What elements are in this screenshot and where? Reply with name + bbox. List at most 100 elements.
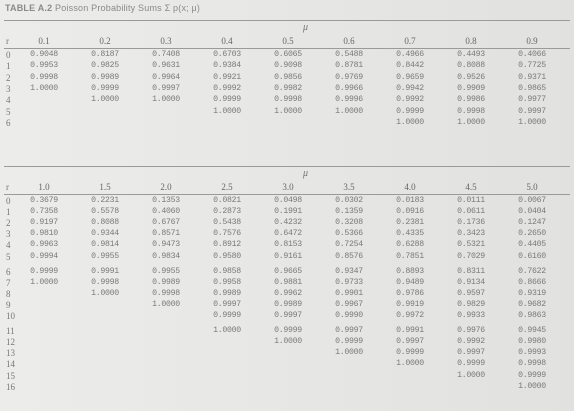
table-cell: 0.9921 bbox=[213, 72, 241, 82]
table-cell: 0.9999 bbox=[213, 311, 241, 320]
table-cell: 0.9659 bbox=[396, 72, 424, 82]
mu-header-label: μ bbox=[303, 168, 309, 179]
column-header: 0.5 bbox=[282, 36, 294, 46]
row-label: 2 bbox=[6, 72, 11, 83]
table-cell: 0.9977 bbox=[518, 95, 546, 105]
table-cell: 0.9814 bbox=[91, 240, 119, 250]
table-cell: 0.9134 bbox=[457, 277, 485, 287]
column-header: 0.7 bbox=[404, 36, 416, 46]
table-cell: 0.1359 bbox=[335, 207, 363, 217]
table-cell: 0.9999 bbox=[30, 266, 58, 276]
table-cell: 0.7029 bbox=[457, 251, 485, 261]
table-cell: 0.4066 bbox=[518, 50, 546, 59]
table-cell: 0.7408 bbox=[152, 50, 180, 59]
table-cell: 0.6472 bbox=[274, 229, 302, 239]
table-cell: 1.0000 bbox=[91, 95, 119, 105]
table-cell: 0.9982 bbox=[274, 83, 302, 93]
table-cell: 0.9881 bbox=[274, 277, 302, 287]
table-cell: 0.4060 bbox=[152, 207, 180, 217]
table-cell: 0.8088 bbox=[91, 218, 119, 228]
table-cell: 0.0404 bbox=[518, 207, 546, 217]
table-cell: 0.3679 bbox=[30, 196, 58, 205]
table-cell: 0.9989 bbox=[152, 277, 180, 287]
table-cell: 0.9992 bbox=[457, 337, 485, 347]
mu-header-label: μ bbox=[303, 22, 309, 33]
table-cell: 0.9319 bbox=[518, 288, 546, 298]
table-cell: 1.0000 bbox=[396, 117, 424, 127]
header-rule bbox=[4, 48, 570, 49]
column-header: 0.6 bbox=[343, 36, 355, 46]
table-cell: 0.8912 bbox=[213, 240, 241, 250]
table-cell: 0.9999 bbox=[91, 83, 119, 93]
table-cell: 0.9197 bbox=[30, 218, 58, 228]
column-header: 2.5 bbox=[221, 182, 233, 192]
table-cell: 0.1247 bbox=[518, 218, 546, 228]
table-cell: 0.9997 bbox=[213, 299, 241, 309]
column-header: 0.3 bbox=[160, 36, 172, 46]
table-cell: 0.9998 bbox=[91, 277, 119, 287]
table-cell: 0.9858 bbox=[213, 266, 241, 276]
table-cell: 0.3423 bbox=[457, 229, 485, 239]
table-cell: 0.9998 bbox=[274, 95, 302, 105]
table-cell: 0.4232 bbox=[274, 218, 302, 228]
table-cell: 0.9992 bbox=[213, 83, 241, 93]
table-cell: 0.4405 bbox=[518, 240, 546, 250]
table-cell: 0.1736 bbox=[457, 218, 485, 228]
table-cell: 0.9999 bbox=[457, 359, 485, 369]
column-header: 0.4 bbox=[221, 36, 233, 46]
table-page: TABLE A.2 Poisson Probability Sums Σ p(x… bbox=[0, 0, 574, 411]
table-cell: 0.9580 bbox=[213, 251, 241, 261]
table-rule bbox=[4, 166, 570, 167]
row-label: 4 bbox=[6, 240, 11, 251]
table-cell: 0.9526 bbox=[457, 72, 485, 82]
table-cell: 0.9964 bbox=[152, 72, 180, 82]
table-cell: 0.9962 bbox=[274, 288, 302, 298]
table-cell: 0.7576 bbox=[213, 229, 241, 239]
row-label: 15 bbox=[6, 370, 15, 381]
table-cell: 0.5578 bbox=[91, 207, 119, 217]
row-label: 0 bbox=[6, 196, 11, 206]
table-cell: 0.9810 bbox=[30, 229, 58, 239]
r-column-header: r bbox=[6, 182, 9, 192]
table-cell: 0.9992 bbox=[396, 95, 424, 105]
table-cell: 0.8571 bbox=[152, 229, 180, 239]
table-cell: 0.9994 bbox=[30, 251, 58, 261]
row-label: 10 bbox=[6, 311, 15, 321]
row-label: 5 bbox=[6, 251, 11, 262]
table-cell: 0.9786 bbox=[396, 288, 424, 298]
table-cell: 0.7851 bbox=[396, 251, 424, 261]
table-cell: 0.9953 bbox=[30, 61, 58, 71]
table-cell: 0.9682 bbox=[518, 299, 546, 309]
row-label: 14 bbox=[6, 359, 15, 370]
table-cell: 0.5488 bbox=[335, 50, 363, 59]
table-cell: 1.0000 bbox=[213, 106, 241, 116]
table-cell: 0.9597 bbox=[457, 288, 485, 298]
table-cell: 1.0000 bbox=[152, 299, 180, 309]
table-cell: 0.9997 bbox=[518, 106, 546, 116]
table-cell: 0.9999 bbox=[396, 348, 424, 358]
table-cell: 0.9942 bbox=[396, 83, 424, 93]
row-label: 16 bbox=[6, 381, 15, 392]
table-cell: 0.9999 bbox=[274, 326, 302, 336]
row-label: 9 bbox=[6, 299, 11, 310]
table-cell: 0.0611 bbox=[457, 207, 485, 217]
table-cell: 0.9998 bbox=[457, 106, 485, 116]
table-number: TABLE A.2 bbox=[5, 3, 53, 13]
table-cell: 1.0000 bbox=[518, 117, 546, 127]
table-cell: 0.9919 bbox=[396, 299, 424, 309]
table-cell: 0.1353 bbox=[152, 196, 180, 205]
table-cell: 1.0000 bbox=[30, 83, 58, 93]
table-cell: 1.0000 bbox=[518, 381, 546, 391]
table-cell: 0.9963 bbox=[30, 240, 58, 250]
table-cell: 0.9631 bbox=[152, 61, 180, 71]
column-header: 0.8 bbox=[465, 36, 477, 46]
table-cell: 0.9986 bbox=[457, 95, 485, 105]
table-cell: 0.9999 bbox=[396, 106, 424, 116]
row-label: 6 bbox=[6, 117, 11, 128]
table-cell: 1.0000 bbox=[335, 106, 363, 116]
row-label: 8 bbox=[6, 288, 11, 299]
table-cell: 0.8442 bbox=[396, 61, 424, 71]
row-label: 5 bbox=[6, 106, 11, 117]
row-label: 11 bbox=[6, 326, 15, 337]
table-cell: 1.0000 bbox=[152, 95, 180, 105]
